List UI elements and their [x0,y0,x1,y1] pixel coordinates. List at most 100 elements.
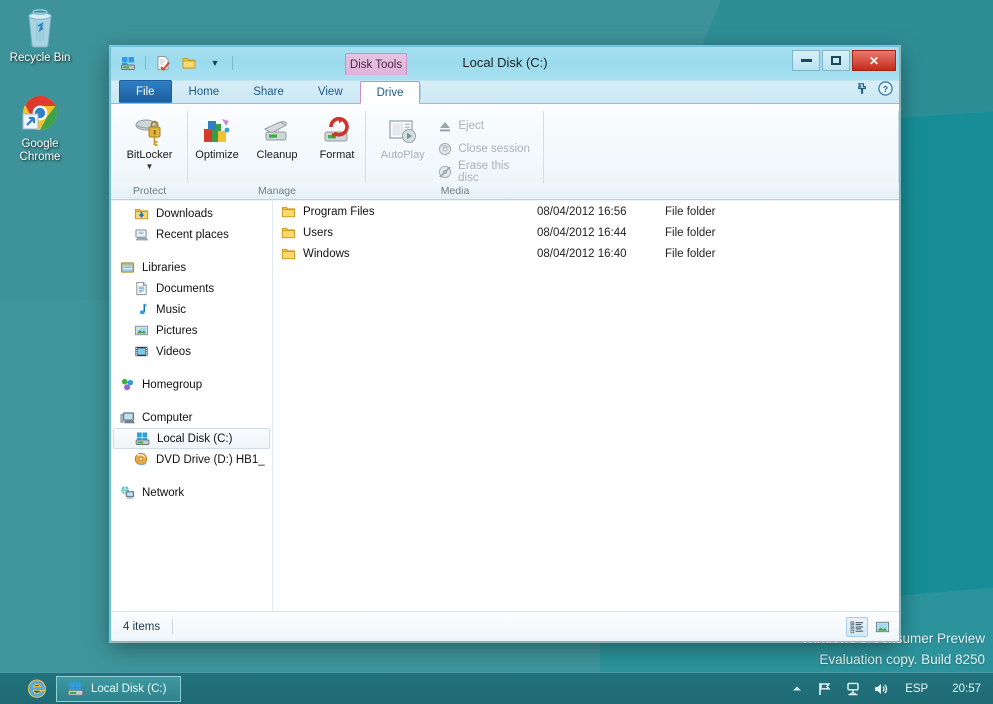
optimize-button[interactable]: Optimize [188,111,246,162]
window-controls[interactable]: ✕ [792,50,896,71]
pin-ribbon-icon[interactable] [855,81,870,101]
computer-icon [119,410,136,425]
bitlocker-button[interactable]: BitLocker ▼ [119,111,180,171]
nav-item-music[interactable]: Music [111,299,272,320]
status-bar: 4 items [111,611,899,641]
local-disk-icon [134,431,151,446]
clock[interactable]: 20:57 [938,683,981,695]
tab-share[interactable]: Share [236,80,301,103]
view-buttons[interactable] [846,616,893,637]
desktop[interactable]: Recycle Bin Google Chrome Windows 8 Cons… [0,0,993,704]
optimize-icon [200,113,234,147]
details-view-button[interactable] [846,616,868,637]
ribbon-tabstrip[interactable]: File Home Share View Drive ? [111,80,899,104]
tab-view[interactable]: View [301,80,360,103]
nav-item-local-disk-c[interactable]: Local Disk (C:) [113,428,270,449]
cleanup-button[interactable]: Cleanup [248,111,306,162]
system-tray[interactable]: ESP 20:57 [783,674,993,704]
nav-item-dvd-drive-d[interactable]: DVD Drive (D:) HB1_ [111,449,272,470]
file-name-label: Program Files [303,205,375,218]
nav-item-documents[interactable]: Documents [111,278,272,299]
nav-item-libraries[interactable]: Libraries [111,257,272,278]
file-name-label: Users [303,226,334,239]
nav-item-label: Homegroup [142,378,203,391]
desktop-icon-recycle-bin[interactable]: Recycle Bin [0,6,80,65]
eject-icon [437,118,453,134]
status-divider [172,619,174,634]
ribbon-group-label-media: Media [440,185,470,197]
item-count-label: 4 items [123,620,161,633]
internet-explorer-icon[interactable] [22,675,52,703]
ribbon-tools[interactable]: ? [855,81,893,101]
nav-item-network[interactable]: Network [111,482,272,503]
media-small-buttons: Eject Close session Erase this disc [433,111,536,184]
volume-icon[interactable] [867,674,895,704]
ribbon-group-protect: BitLocker ▼ Protect [111,107,188,199]
explorer-window[interactable]: ▼ Local Disk (C:) ✕ Disk Tools File Home… [110,46,900,642]
minimize-button[interactable] [792,50,820,71]
taskbar-item-label: Local Disk (C:) [91,682,167,695]
nav-item-downloads[interactable]: Downloads [111,203,272,224]
tab-drive[interactable]: Drive [359,81,421,104]
help-icon[interactable]: ? [878,81,893,101]
file-date-cell: 08/04/2012 16:40 [537,247,627,260]
tab-home[interactable]: Home [172,80,237,103]
maximize-button[interactable] [822,50,850,71]
downloads-folder-icon [133,206,150,221]
nav-item-homegroup[interactable]: Homegroup [111,374,272,395]
nav-item-recent-places[interactable]: Recent places [111,224,272,245]
nav-item-label: Libraries [142,261,187,274]
window-titlebar[interactable]: ▼ Local Disk (C:) ✕ Disk Tools [111,47,899,81]
nav-item-computer[interactable]: Computer [111,407,272,428]
file-name-cell: Users [281,225,537,240]
nav-item-label: Pictures [156,324,198,337]
nav-item-videos[interactable]: Videos [111,341,272,362]
ribbon[interactable]: BitLocker ▼ Protect Optimize Cleanup For… [111,104,899,200]
watermark-line-2: Evaluation copy. Build 8250 [819,652,985,667]
eject-button[interactable]: Eject [433,115,536,136]
language-indicator[interactable]: ESP [895,683,938,695]
recent-places-icon [133,227,150,242]
nav-item-pictures[interactable]: Pictures [111,320,272,341]
chevron-up-icon[interactable] [783,674,811,704]
action-center-flag-icon[interactable] [811,674,839,704]
taskbar[interactable]: Local Disk (C:) ESP 20:57 [0,672,993,704]
close-session-label: Close session [458,142,530,155]
folder-icon [281,225,296,240]
nav-item-label: Music [156,303,187,316]
large-icons-view-button[interactable] [871,617,893,637]
file-list[interactable]: Program Files 08/04/2012 16:56 File fold… [273,201,899,611]
format-button[interactable]: Format [308,111,366,162]
autoplay-button[interactable]: AutoPlay [374,111,431,162]
chevron-down-icon[interactable]: ▼ [146,163,154,171]
pictures-icon [133,323,150,338]
table-row[interactable]: Program Files 08/04/2012 16:56 File fold… [273,201,899,222]
close-button[interactable]: ✕ [852,50,896,71]
table-row[interactable]: Windows 08/04/2012 16:40 File folder [273,243,899,264]
nav-item-label: Videos [156,345,191,358]
file-date-cell: 08/04/2012 16:44 [537,226,627,239]
nav-item-label: DVD Drive (D:) HB1_ [156,453,265,466]
taskbar-item-local-disk[interactable]: Local Disk (C:) [56,675,182,702]
nav-item-label: Computer [142,411,193,424]
table-row[interactable]: Users 08/04/2012 16:44 File folder [273,222,899,243]
navigation-pane[interactable]: Downloads Recent places Libraries Docume… [111,201,273,611]
folder-icon [281,246,296,261]
videos-icon [133,344,150,359]
nav-item-label: Network [142,486,185,499]
documents-icon [133,281,150,296]
homegroup-icon [119,377,136,392]
nav-item-label: Local Disk (C:) [157,432,233,445]
taskbar-buttons[interactable]: Local Disk (C:) [0,675,182,703]
tab-file[interactable]: File [119,80,172,103]
network-tray-icon[interactable] [839,674,867,704]
erase-this-disc-label: Erase this disc [458,159,510,184]
local-disk-icon [67,680,84,697]
format-icon [320,113,354,147]
close-session-button[interactable]: Close session [433,138,536,159]
desktop-icon-label: Recycle Bin [9,52,71,64]
desktop-icon-google-chrome[interactable]: Google Chrome [0,92,80,164]
ribbon-group-label-protect: Protect [132,185,167,197]
erase-this-disc-button[interactable]: Erase this disc [433,159,536,184]
